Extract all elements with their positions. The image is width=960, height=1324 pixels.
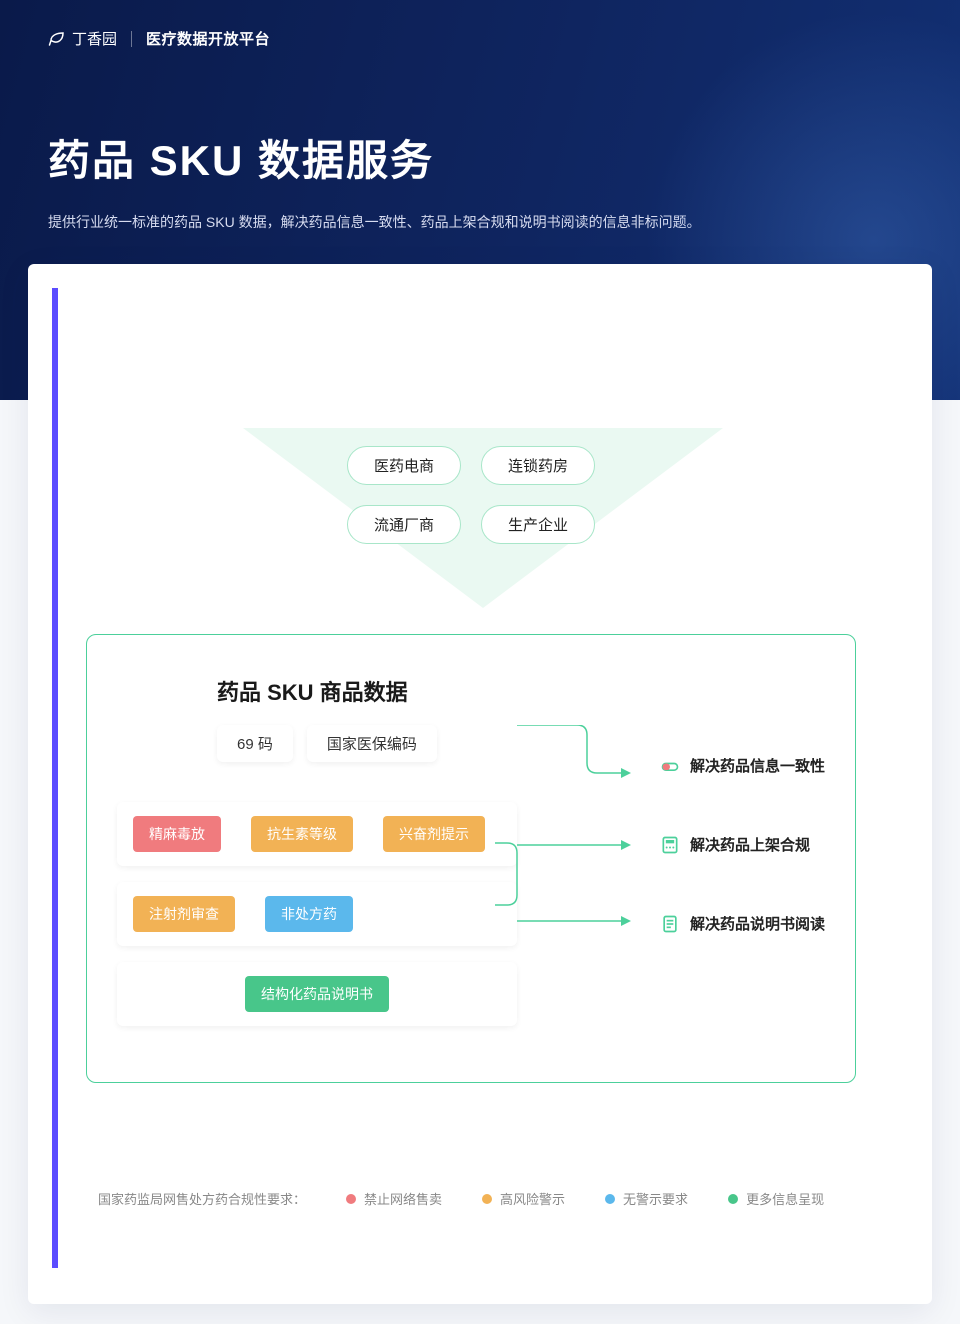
diagram-container: 医药电商 连锁药房 流通厂商 生产企业 药品 SKU 商品数据 69 码 国家医… xyxy=(52,288,908,1268)
dot-icon xyxy=(605,1194,615,1204)
legend-item-nowarning: 无警示要求 xyxy=(605,1189,688,1208)
legend-label: 更多信息呈现 xyxy=(746,1189,824,1208)
legend-item-moreinfo: 更多信息呈现 xyxy=(728,1189,824,1208)
benefit-compliance: 解决药品上架合规 xyxy=(660,834,825,855)
brand-bar: 丁香园 医疗数据开放平台 xyxy=(48,28,912,49)
sku-heading: 药品 SKU 商品数据 xyxy=(217,675,825,707)
compliance-strip-1: 精麻毒放 抗生素等级 兴奋剂提示 xyxy=(117,802,517,866)
benefit-label: 解决药品信息一致性 xyxy=(690,755,825,776)
tag-controlled: 精麻毒放 xyxy=(133,816,221,852)
benefits-column: 解决药品信息一致性 解决药品上架合规 解决药品说明书阅读 xyxy=(660,755,825,934)
code-chip-insurance: 国家医保编码 xyxy=(307,725,437,762)
page-title: 药品 SKU 数据服务 xyxy=(48,127,912,188)
dot-icon xyxy=(346,1194,356,1204)
source-pill: 流通厂商 xyxy=(347,505,461,544)
tag-antibiotic: 抗生素等级 xyxy=(251,816,353,852)
dot-icon xyxy=(728,1194,738,1204)
brand-subtitle: 医疗数据开放平台 xyxy=(146,28,270,49)
calculator-icon xyxy=(660,835,680,855)
content-card: 医药电商 连锁药房 流通厂商 生产企业 药品 SKU 商品数据 69 码 国家医… xyxy=(28,264,932,1304)
connector-2 xyxy=(517,835,637,855)
source-pill: 医药电商 xyxy=(347,446,461,485)
document-icon xyxy=(660,914,680,934)
page-subtitle: 提供行业统一标准的药品 SKU 数据，解决药品信息一致性、药品上架合规和说明书阅… xyxy=(48,210,728,235)
tag-otc: 非处方药 xyxy=(265,896,353,932)
benefit-instructions: 解决药品说明书阅读 xyxy=(660,913,825,934)
source-pill: 生产企业 xyxy=(481,505,595,544)
benefit-label: 解决药品上架合规 xyxy=(690,834,810,855)
tag-injection: 注射剂审查 xyxy=(133,896,235,932)
legend-label: 高风险警示 xyxy=(500,1189,565,1208)
legend-bar: 国家药监局网售处方药合规性要求： 禁止网络售卖 高风险警示 无警示要求 更多信息… xyxy=(98,1189,868,1208)
source-row-2: 流通厂商 生产企业 xyxy=(74,505,868,544)
brand-separator xyxy=(131,31,132,47)
benefit-consistency: 解决药品信息一致性 xyxy=(660,755,825,776)
compliance-strip-2: 注射剂审查 非处方药 xyxy=(117,882,517,946)
legend-title: 国家药监局网售处方药合规性要求： xyxy=(98,1189,306,1208)
brand-name: 丁香园 xyxy=(72,28,117,49)
legend-label: 禁止网络售卖 xyxy=(364,1189,442,1208)
doc-strip: 结构化药品说明书 xyxy=(117,962,517,1026)
tag-structured-doc: 结构化药品说明书 xyxy=(245,976,389,1012)
connector-3 xyxy=(517,911,637,931)
legend-item-highrisk: 高风险警示 xyxy=(482,1189,565,1208)
leaf-icon xyxy=(48,30,66,48)
dot-icon xyxy=(482,1194,492,1204)
benefit-label: 解决药品说明书阅读 xyxy=(690,913,825,934)
brand-logo: 丁香园 xyxy=(48,28,117,49)
code-chip-69: 69 码 xyxy=(217,725,293,762)
sku-data-box: 药品 SKU 商品数据 69 码 国家医保编码 精麻毒放 抗生素等级 兴奋剂提示… xyxy=(86,634,856,1083)
pill-icon xyxy=(660,756,680,776)
legend-label: 无警示要求 xyxy=(623,1189,688,1208)
tag-stimulant: 兴奋剂提示 xyxy=(383,816,485,852)
legend-item-forbidden: 禁止网络售卖 xyxy=(346,1189,442,1208)
source-pill: 连锁药房 xyxy=(481,446,595,485)
source-row-1: 医药电商 连锁药房 xyxy=(74,446,868,485)
